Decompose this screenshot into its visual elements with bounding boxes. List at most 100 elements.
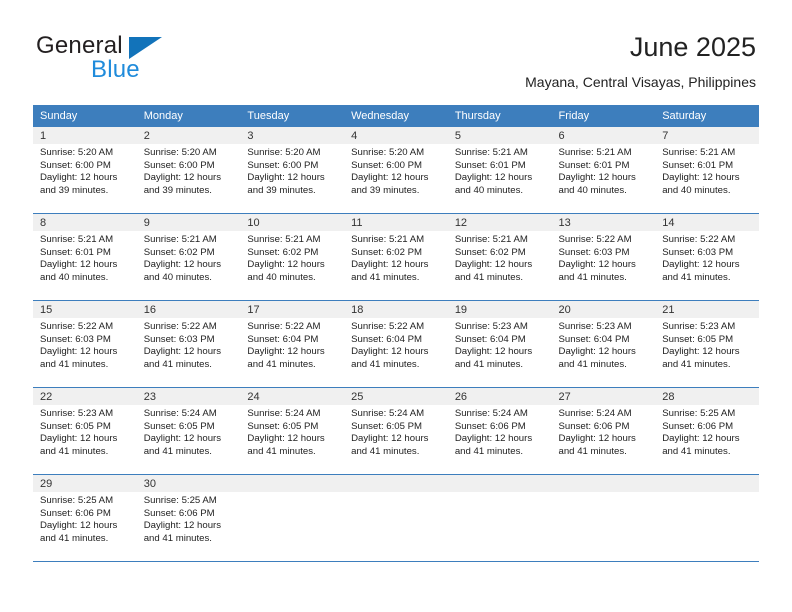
sunrise-text: Sunrise: 5:24 AM [351, 408, 425, 419]
daylight-text-line2: and 40 minutes. [454, 184, 524, 196]
sunset-text: Sunset: 6:05 PM [247, 420, 319, 432]
calendar-day-cell[interactable]: 19 Sunrise: 5:23 AM Sunset: 6:04 PM Dayligh… [447, 300, 552, 388]
day-number: 24 [240, 388, 345, 405]
day-number: 5 [447, 127, 552, 144]
calendar-day-cell[interactable]: 21 Sunrise: 5:23 AM Sunset: 6:05 PM Dayligh… [655, 300, 759, 388]
calendar-day-cell[interactable]: 22 Sunrise: 5:23 AM Sunset: 6:05 PM Dayligh… [33, 387, 137, 475]
calendar-day-cell[interactable]: 18 Sunrise: 5:22 AM Sunset: 6:04 PM Dayligh… [344, 300, 448, 388]
sunrise-text: Sunrise: 5:22 AM [351, 321, 425, 332]
sunset-text: Sunset: 6:01 PM [454, 159, 526, 171]
daylight-text-line1: Daylight: 12 hours [662, 346, 740, 358]
sunrise-text: Sunrise: 5:21 AM [454, 147, 528, 158]
day-number: 27 [551, 388, 656, 405]
calendar-day-cell[interactable]: 6 Sunrise: 5:21 AM Sunset: 6:01 PM Daylight… [551, 127, 656, 214]
day-details [448, 492, 552, 495]
sunset-text: Sunset: 6:06 PM [40, 507, 111, 519]
day-number: 12 [447, 214, 552, 231]
sunrise-text: Sunrise: 5:21 AM [247, 234, 321, 245]
calendar-day-cell[interactable]: 27 Sunrise: 5:24 AM Sunset: 6:06 PM Dayligh… [551, 387, 656, 475]
sunrise-text: Sunrise: 5:22 AM [247, 321, 321, 332]
daylight-text-line1: Daylight: 12 hours [40, 172, 118, 184]
weekday-header-thursday: Thursday [447, 105, 552, 127]
sunset-text: Sunset: 6:03 PM [662, 246, 734, 258]
calendar-page: General Blue June 2025 Mayana, Central V… [0, 0, 792, 612]
sunrise-text: Sunrise: 5:23 AM [40, 408, 114, 419]
daylight-text-line1: Daylight: 12 hours [247, 346, 325, 358]
day-number [655, 475, 759, 492]
sunset-text: Sunset: 6:05 PM [351, 420, 423, 432]
calendar-day-cell[interactable]: 16 Sunrise: 5:22 AM Sunset: 6:03 PM Dayligh… [136, 300, 241, 388]
day-details: Sunrise: 5:21 AM Sunset: 6:01 PM Daylight:… [33, 231, 137, 284]
calendar-day-cell[interactable]: 12 Sunrise: 5:21 AM Sunset: 6:02 PM Dayligh… [447, 213, 552, 301]
sunrise-text: Sunrise: 5:24 AM [454, 408, 528, 419]
calendar-day-cell[interactable]: 17 Sunrise: 5:22 AM Sunset: 6:04 PM Dayligh… [240, 300, 345, 388]
daylight-text-line2: and 41 minutes. [351, 271, 420, 283]
sunset-text: Sunset: 6:06 PM [662, 420, 734, 432]
sunset-text: Sunset: 6:06 PM [143, 507, 215, 519]
calendar-day-cell[interactable]: 30 Sunrise: 5:25 AM Sunset: 6:06 PM Dayligh… [136, 474, 241, 562]
calendar-day-cell[interactable]: 3 Sunrise: 5:20 AM Sunset: 6:00 PM Daylight… [240, 127, 345, 214]
generalblue-logo[interactable]: General Blue [36, 32, 216, 84]
sunrise-text: Sunrise: 5:25 AM [40, 495, 114, 506]
day-number: 28 [655, 388, 759, 405]
calendar-day-cell[interactable]: 2 Sunrise: 5:20 AM Sunset: 6:00 PM Daylight… [136, 127, 241, 214]
calendar-day-cell[interactable]: 26 Sunrise: 5:24 AM Sunset: 6:06 PM Dayligh… [447, 387, 552, 475]
calendar-day-cell[interactable]: 9 Sunrise: 5:21 AM Sunset: 6:02 PM Daylight… [136, 213, 241, 301]
sunrise-text: Sunrise: 5:23 AM [662, 321, 736, 332]
calendar-day-cell[interactable]: 13 Sunrise: 5:22 AM Sunset: 6:03 PM Dayligh… [551, 213, 656, 301]
day-number: 26 [447, 388, 552, 405]
daylight-text-line1: Daylight: 12 hours [143, 172, 222, 184]
daylight-text-line2: and 41 minutes. [454, 445, 524, 457]
day-number: 18 [344, 301, 448, 318]
calendar-day-cell[interactable]: 1 Sunrise: 5:20 AM Sunset: 6:00 PM Daylight… [33, 127, 137, 214]
daylight-text-line1: Daylight: 12 hours [454, 346, 533, 358]
calendar-header-row: Sunday Monday Tuesday Wednesday Thursday… [33, 105, 759, 127]
daylight-text-line1: Daylight: 12 hours [40, 259, 118, 271]
day-details: Sunrise: 5:20 AM Sunset: 6:00 PM Daylight:… [33, 144, 137, 197]
day-details: Sunrise: 5:20 AM Sunset: 6:00 PM Daylight:… [137, 144, 241, 197]
day-details: Sunrise: 5:22 AM Sunset: 6:03 PM Daylight:… [655, 231, 759, 284]
daylight-text-line1: Daylight: 12 hours [247, 259, 325, 271]
calendar-day-cell[interactable]: 4 Sunrise: 5:20 AM Sunset: 6:00 PM Daylight… [344, 127, 448, 214]
calendar-day-cell[interactable]: 28 Sunrise: 5:25 AM Sunset: 6:06 PM Dayligh… [655, 387, 759, 475]
calendar-day-cell[interactable]: 11 Sunrise: 5:21 AM Sunset: 6:02 PM Dayligh… [344, 213, 448, 301]
calendar-week-row: 8 Sunrise: 5:21 AM Sunset: 6:01 PM Daylight… [33, 213, 759, 301]
day-number: 4 [344, 127, 448, 144]
daylight-text-line1: Daylight: 12 hours [351, 346, 429, 358]
sunrise-text: Sunrise: 5:21 AM [558, 147, 632, 158]
daylight-text-line1: Daylight: 12 hours [558, 172, 636, 184]
sunrise-text: Sunrise: 5:22 AM [558, 234, 632, 245]
sunset-text: Sunset: 6:05 PM [143, 420, 215, 432]
sunset-text: Sunset: 6:04 PM [247, 333, 319, 345]
calendar-day-cell[interactable]: 5 Sunrise: 5:21 AM Sunset: 6:01 PM Daylight… [447, 127, 552, 214]
calendar-week-row: 1 Sunrise: 5:20 AM Sunset: 6:00 PM Daylight… [33, 127, 759, 214]
sunrise-text: Sunrise: 5:22 AM [143, 321, 217, 332]
daylight-text-line2: and 40 minutes. [558, 184, 627, 196]
sunset-text: Sunset: 6:02 PM [454, 246, 526, 258]
calendar-day-cell[interactable]: 20 Sunrise: 5:23 AM Sunset: 6:04 PM Dayligh… [551, 300, 656, 388]
daylight-text-line2: and 41 minutes. [558, 271, 627, 283]
calendar-day-cell[interactable]: 10 Sunrise: 5:21 AM Sunset: 6:02 PM Dayligh… [240, 213, 345, 301]
calendar-day-cell[interactable]: 14 Sunrise: 5:22 AM Sunset: 6:03 PM Dayligh… [655, 213, 759, 301]
calendar-day-cell[interactable]: 25 Sunrise: 5:24 AM Sunset: 6:05 PM Dayligh… [344, 387, 448, 475]
daylight-text-line1: Daylight: 12 hours [143, 433, 222, 445]
sunrise-text: Sunrise: 5:20 AM [351, 147, 425, 158]
calendar-day-cell[interactable]: 8 Sunrise: 5:21 AM Sunset: 6:01 PM Daylight… [33, 213, 137, 301]
day-number: 10 [240, 214, 345, 231]
calendar-day-cell-empty [655, 474, 759, 562]
calendar-day-cell[interactable]: 15 Sunrise: 5:22 AM Sunset: 6:03 PM Dayligh… [33, 300, 137, 388]
sunrise-text: Sunrise: 5:25 AM [143, 495, 217, 506]
daylight-text-line2: and 41 minutes. [143, 532, 212, 544]
day-details: Sunrise: 5:21 AM Sunset: 6:02 PM Daylight:… [344, 231, 448, 284]
calendar-day-cell[interactable]: 23 Sunrise: 5:24 AM Sunset: 6:05 PM Dayligh… [136, 387, 241, 475]
daylight-text-line2: and 41 minutes. [143, 358, 212, 370]
day-number: 16 [136, 301, 241, 318]
calendar-day-cell[interactable]: 29 Sunrise: 5:25 AM Sunset: 6:06 PM Dayligh… [33, 474, 137, 562]
day-details: Sunrise: 5:21 AM Sunset: 6:01 PM Daylight:… [448, 144, 552, 197]
calendar-day-cell[interactable]: 24 Sunrise: 5:24 AM Sunset: 6:05 PM Dayligh… [240, 387, 345, 475]
day-details: Sunrise: 5:21 AM Sunset: 6:01 PM Daylight:… [552, 144, 656, 197]
daylight-text-line1: Daylight: 12 hours [454, 259, 533, 271]
sunrise-text: Sunrise: 5:20 AM [247, 147, 321, 158]
day-number: 22 [33, 388, 137, 405]
calendar-day-cell[interactable]: 7 Sunrise: 5:21 AM Sunset: 6:01 PM Daylight… [655, 127, 759, 214]
